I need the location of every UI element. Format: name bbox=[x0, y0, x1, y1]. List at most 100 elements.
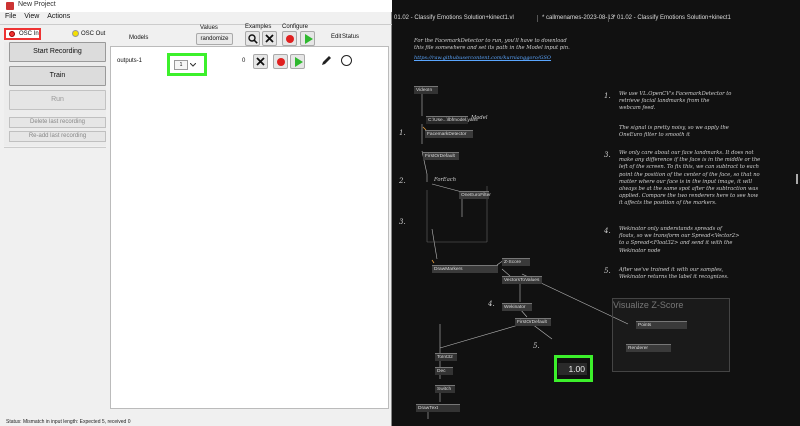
search-icon bbox=[247, 33, 258, 44]
window-titlebar: New Project bbox=[0, 0, 392, 12]
foreach-label: ForEach bbox=[434, 177, 457, 183]
wekinator-window: New Project File View Actions OSC In OSC… bbox=[0, 0, 392, 426]
node-toint32[interactable]: ToInt32 bbox=[435, 353, 457, 361]
divider bbox=[0, 24, 392, 25]
note-step-number: 3. bbox=[604, 151, 611, 159]
node-wekinator[interactable]: Wekinator bbox=[502, 303, 532, 311]
tab-active-patch[interactable]: * 01.02 - Classify Emotions Solution+kin… bbox=[613, 12, 731, 24]
node-renderer[interactable]: Renderer bbox=[626, 344, 671, 352]
note-line: make any difference if the face is in th… bbox=[619, 157, 761, 164]
model-value-dropdown[interactable]: 1 bbox=[174, 60, 188, 70]
record-model-button[interactable] bbox=[273, 54, 288, 69]
patch-canvas[interactable]: For the FacemarkDetector to run, you'll … bbox=[392, 24, 800, 426]
run-button[interactable]: Run bbox=[9, 90, 106, 110]
note-line: The signal is pretty noisy, so we apply … bbox=[619, 125, 729, 131]
delete-model-examples-button[interactable] bbox=[253, 54, 268, 69]
note-wekinator-label: After we've trained it with our samples,… bbox=[619, 267, 794, 281]
start-recording-button[interactable]: Start Recording bbox=[9, 42, 106, 62]
note-line: floats, so we transform our Spread<Vecto… bbox=[619, 233, 740, 240]
menu-bar: File View Actions bbox=[0, 13, 71, 24]
model-name: outputs-1 bbox=[117, 58, 143, 64]
highlight-box: 1 bbox=[167, 53, 207, 76]
osc-in-indicator[interactable]: OSC In bbox=[4, 28, 41, 40]
control-panel: Start Recording Train Run Delete last re… bbox=[4, 42, 106, 146]
note-line: retrieve facial landmarks from the bbox=[619, 98, 710, 105]
record-icon bbox=[285, 34, 294, 43]
note-line: Wekinator returns the label it recognize… bbox=[619, 274, 729, 281]
example-count: 0 bbox=[242, 58, 246, 64]
step-number: 1. bbox=[399, 129, 406, 137]
osc-out-status-icon bbox=[72, 30, 79, 37]
left-empty-panel bbox=[4, 147, 106, 409]
note-facemark: We use VL.OpenCV's FacemarkDetector to r… bbox=[619, 91, 789, 113]
node-switch[interactable]: Switch bbox=[435, 385, 455, 393]
note-line: OneEuro filter to smooth it bbox=[619, 132, 690, 139]
node-facemark-detector[interactable]: FacemarkDetector bbox=[425, 130, 473, 138]
step-number: 5. bbox=[533, 342, 540, 350]
node-videoin[interactable]: VideoIn bbox=[414, 86, 438, 94]
model-download-link[interactable]: https://raw.githubusercontent.com/kurnia… bbox=[414, 55, 551, 61]
step-number: 3. bbox=[399, 218, 406, 226]
intro-note-line: this file somewhere and set its path in … bbox=[414, 45, 570, 52]
tab-divider bbox=[608, 15, 609, 22]
osc-out-indicator[interactable]: OSC Out bbox=[72, 30, 105, 38]
menu-view[interactable]: View bbox=[24, 13, 39, 20]
menu-file[interactable]: File bbox=[5, 13, 16, 20]
run-model-button[interactable] bbox=[290, 54, 305, 69]
node-oneeurofilter[interactable]: OneEuroFilter bbox=[459, 191, 491, 199]
vertical-scrollbar[interactable] bbox=[796, 174, 798, 184]
train-button[interactable]: Train bbox=[9, 66, 106, 86]
node-firstordefault[interactable]: FirstOrDefault bbox=[423, 152, 459, 160]
osc-in-label: OSC In bbox=[19, 31, 39, 37]
tab-bar: 01.02 - Classify Emotions Solution+kinec… bbox=[392, 12, 800, 24]
note-subtract-center: We only care about our face landmarks. I… bbox=[619, 150, 794, 208]
patch-wires bbox=[421, 94, 629, 419]
pencil-icon[interactable] bbox=[320, 55, 332, 67]
status-bar: Status: Mismatch in input length: Expect… bbox=[6, 419, 131, 425]
examples-header: Examples bbox=[245, 24, 272, 30]
record-all-button[interactable] bbox=[282, 31, 297, 46]
menu-actions[interactable]: Actions bbox=[47, 13, 70, 20]
note-line: to a Spread<Float32> and send it with th… bbox=[619, 240, 733, 247]
note-wekinator-floats: Wekinator only understands spreads of fl… bbox=[619, 226, 794, 255]
configure-header: Configure bbox=[282, 24, 309, 30]
step-number: 4. bbox=[488, 300, 495, 308]
patch-editor: 01.02 - Classify Emotions Solution+kinec… bbox=[392, 0, 800, 426]
model-pin-label: Model bbox=[471, 115, 488, 121]
note-line: We use VL.OpenCV's FacemarkDetector to bbox=[619, 91, 732, 97]
tab-callmenames[interactable]: * callmenames-2023-08-13 bbox=[542, 12, 614, 24]
run-all-button[interactable] bbox=[300, 31, 315, 46]
output-value-box[interactable]: 1.00 bbox=[558, 363, 587, 375]
note-line: left of the screen. To fix this, we can … bbox=[619, 164, 759, 171]
window-title: New Project bbox=[18, 1, 56, 8]
model-status-icon bbox=[341, 55, 352, 66]
step-number: 2. bbox=[399, 177, 406, 185]
node-model-path[interactable]: C:\Use...\lbfmodel.yaml bbox=[426, 116, 478, 124]
chevron-down-icon bbox=[190, 63, 196, 67]
node-dec[interactable]: Dec bbox=[435, 367, 453, 375]
randomize-button[interactable]: randomize bbox=[196, 33, 233, 45]
node-firstordefault[interactable]: FirstOrDefault bbox=[515, 318, 551, 326]
note-line: After we've trained it with our samples, bbox=[619, 267, 724, 273]
models-header: Models bbox=[129, 35, 149, 41]
delete-last-recording-button[interactable]: Delete last recording bbox=[9, 117, 106, 128]
app-icon bbox=[6, 2, 14, 10]
note-line: matter where our face is in the input im… bbox=[619, 178, 752, 185]
status-header: Status bbox=[342, 34, 360, 40]
node-drawtext[interactable]: DrawText bbox=[416, 404, 460, 412]
search-examples-button[interactable] bbox=[245, 31, 260, 46]
note-step-number: 4. bbox=[604, 227, 611, 235]
tab-patch-file[interactable]: 01.02 - Classify Emotions Solution+kinec… bbox=[394, 12, 514, 24]
node-vectorstovalues[interactable]: VectorsToValues bbox=[502, 276, 542, 284]
node-drawmarkers[interactable]: DrawMarkers bbox=[432, 265, 498, 273]
readd-last-recording-button[interactable]: Re-add last recording bbox=[9, 131, 106, 142]
note-line: it affects the position of the markers. bbox=[619, 200, 717, 207]
delete-examples-button[interactable] bbox=[262, 31, 277, 46]
close-icon bbox=[265, 34, 274, 43]
node-points[interactable]: Points bbox=[636, 321, 687, 329]
visualize-zscore-title: Visualize Z-Score bbox=[613, 300, 684, 310]
note-step-number: 1. bbox=[604, 92, 611, 100]
note-line: point the position of the center of the … bbox=[619, 171, 760, 178]
node-zscore[interactable]: Z-Score bbox=[502, 258, 530, 266]
play-icon bbox=[294, 56, 303, 67]
